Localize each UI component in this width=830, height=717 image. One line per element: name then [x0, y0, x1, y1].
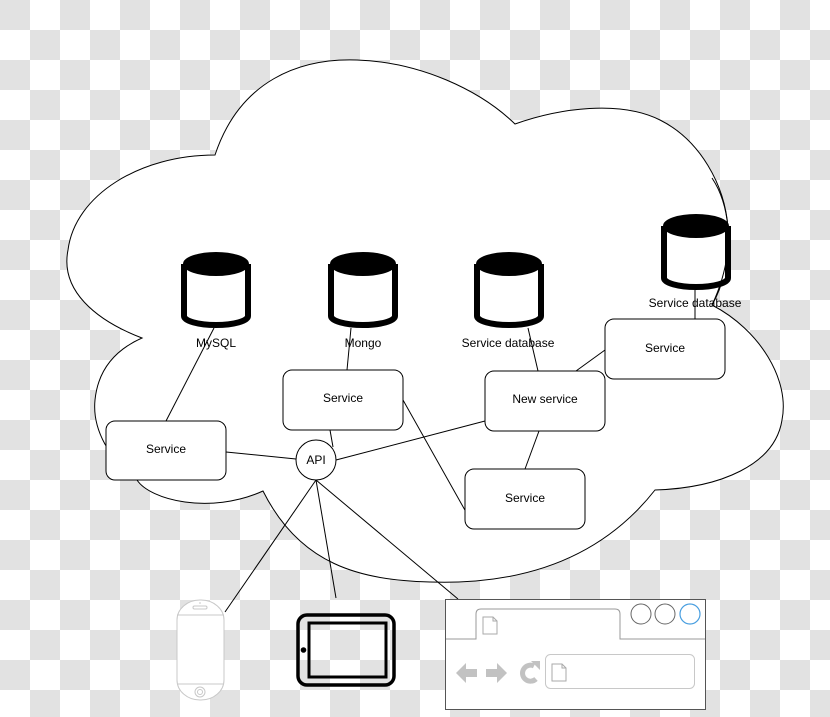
database-service[interactable]: Service database: [462, 252, 555, 350]
api-gateway-node[interactable]: API: [295, 439, 337, 481]
service-label: New service: [512, 392, 578, 406]
service-node-lower[interactable]: Service: [464, 468, 586, 530]
database-icon: [661, 214, 731, 290]
service-label: Service: [505, 491, 545, 505]
tablet-icon[interactable]: [296, 613, 396, 687]
smartphone-icon[interactable]: [176, 599, 225, 701]
address-bar[interactable]: [545, 654, 695, 689]
browser-window-icon[interactable]: [445, 599, 706, 710]
service-node-right[interactable]: Service: [604, 318, 726, 380]
window-control-button[interactable]: [679, 603, 701, 625]
database-label: MySQL: [196, 336, 236, 350]
service-node-left[interactable]: Service: [105, 420, 227, 481]
database-icon: [181, 252, 251, 328]
database-label: Service database: [462, 336, 555, 350]
diagram-canvas: MySQL Mongo Service database Service dat…: [0, 0, 830, 712]
page-icon: [482, 616, 498, 635]
service-label: Service: [645, 341, 685, 355]
service-label: Service: [146, 442, 186, 456]
window-control-button[interactable]: [654, 603, 676, 625]
database-icon: [474, 252, 544, 328]
service-node-mongo[interactable]: Service: [282, 369, 404, 431]
database-icon: [328, 252, 398, 328]
page-icon: [551, 663, 567, 682]
database-label: Mongo: [345, 336, 382, 350]
service-node-new[interactable]: New service: [484, 370, 606, 432]
window-control-button[interactable]: [630, 603, 652, 625]
database-label: Service database: [649, 296, 742, 310]
api-label: API: [306, 453, 325, 467]
service-label: Service: [323, 391, 363, 405]
